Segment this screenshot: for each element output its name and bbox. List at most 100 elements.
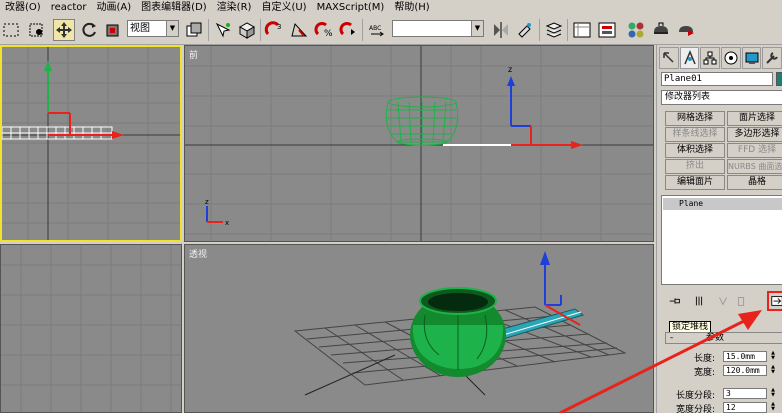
abc-label: ABC xyxy=(369,25,381,32)
stack-toolbar xyxy=(661,291,782,311)
width-spinner[interactable]: ▲ ▼ xyxy=(769,365,777,376)
collapse-icon: - xyxy=(670,333,674,343)
object-color-swatch[interactable] xyxy=(776,72,782,86)
named-selection-set-dropdown[interactable]: ▼ xyxy=(392,20,484,37)
stack-item-plane[interactable]: Plane xyxy=(663,198,782,210)
material-editor-icon[interactable] xyxy=(625,19,647,41)
extrude-button[interactable]: 挤出 xyxy=(665,159,725,174)
rollout-title: 参数 xyxy=(706,333,725,343)
toolbar-separator xyxy=(260,19,261,41)
toolbar-separator xyxy=(362,19,363,41)
modify-tab-icon[interactable] xyxy=(679,47,700,69)
edit-patch-button[interactable]: 编辑面片 xyxy=(665,175,725,190)
patch-select-button[interactable]: 面片选择 xyxy=(727,111,782,126)
keyboard-shortcut-icon[interactable] xyxy=(236,19,258,41)
poly-select-button[interactable]: 多边形选择 xyxy=(727,127,782,142)
pin-stack-icon[interactable] xyxy=(667,293,683,309)
viewport-top-left[interactable] xyxy=(0,45,182,242)
nurbs-surface-select-button[interactable]: NURBS 曲面选择 xyxy=(727,159,782,174)
menu-help[interactable]: 帮助(H) xyxy=(389,0,434,15)
create-tab-icon[interactable] xyxy=(659,47,679,69)
lattice-button[interactable]: 晶格 xyxy=(727,175,782,190)
select-scale-icon[interactable] xyxy=(102,19,124,41)
select-rotate-icon[interactable] xyxy=(78,19,100,41)
spinner-snap-icon[interactable] xyxy=(338,19,360,41)
render-setup-icon[interactable] xyxy=(650,19,672,41)
make-unique-icon[interactable] xyxy=(715,293,731,309)
modifier-list-dropdown[interactable]: 修改器列表 xyxy=(661,90,782,105)
curve-editor-icon[interactable] xyxy=(571,19,593,41)
width-label: 宽度: xyxy=(693,368,715,378)
quick-render-icon[interactable] xyxy=(675,19,697,41)
ffd-select-button[interactable]: FFD 选择 xyxy=(727,143,782,158)
viewport-grid xyxy=(2,47,180,240)
axis-z-label: z xyxy=(205,198,209,206)
menu-bar: 改器(O) reactor 动画(A) 图表编辑器(D) 渲染(R) 自定义(U… xyxy=(0,0,782,15)
menu-maxscript[interactable]: MAXScript(M) xyxy=(312,0,390,15)
menu-rendering[interactable]: 渲染(R) xyxy=(212,0,257,15)
vol-select-button[interactable]: 体积选择 xyxy=(665,143,725,158)
plane-wireframe xyxy=(2,126,113,140)
menu-animation[interactable]: 动画(A) xyxy=(92,0,137,15)
display-tab-icon[interactable] xyxy=(741,47,762,69)
length-segs-label: 长度分段: xyxy=(675,391,715,401)
edit-named-selection-icon[interactable]: ABC xyxy=(366,19,388,41)
percent-snap-icon[interactable]: % xyxy=(313,19,335,41)
viewport-front[interactable]: z z x 前 xyxy=(184,45,654,242)
teapot-wireframe xyxy=(385,96,459,146)
mirror-icon[interactable] xyxy=(490,19,512,41)
width-segs-label: 宽度分段: xyxy=(675,405,715,413)
angle-snap-icon[interactable] xyxy=(288,19,310,41)
pivot-center-icon[interactable] xyxy=(183,19,205,41)
svg-text:3: 3 xyxy=(277,23,281,31)
length-spinner[interactable]: ▲ ▼ xyxy=(769,351,777,362)
toolbar-separator xyxy=(208,19,209,41)
select-region-icon[interactable] xyxy=(0,19,22,41)
modifier-stack[interactable]: Plane xyxy=(661,195,782,285)
menu-reactor[interactable]: reactor xyxy=(46,0,92,15)
length-label: 长度: xyxy=(693,354,715,364)
snaps-toggle-icon[interactable]: 3 xyxy=(263,19,285,41)
motion-tab-icon[interactable] xyxy=(721,47,741,69)
axis-x-label: x xyxy=(225,219,229,227)
plane-object xyxy=(494,308,585,340)
reference-coord-dropdown[interactable]: 视图 ▼ xyxy=(127,20,179,37)
chevron-down-icon: ▼ xyxy=(471,21,483,36)
axis-z-label: z xyxy=(508,65,512,74)
parameters-rollout-header[interactable]: - 参数 xyxy=(665,332,782,344)
remove-modifier-icon[interactable] xyxy=(733,293,749,309)
configure-modifier-sets-icon[interactable] xyxy=(767,291,782,311)
command-panel: Plane01 修改器列表 网格选择 面片选择 样条线选择 多边形选择 体积选择… xyxy=(656,45,782,413)
command-panel-tabs xyxy=(659,47,782,69)
select-move-icon[interactable] xyxy=(53,19,75,41)
menu-customize[interactable]: 自定义(U) xyxy=(256,0,311,15)
transform-gizmo: z xyxy=(507,65,583,149)
align-icon[interactable] xyxy=(514,19,536,41)
show-end-result-icon[interactable] xyxy=(691,293,707,309)
select-manipulate-icon[interactable] xyxy=(212,19,234,41)
viewport-label[interactable]: 透视 xyxy=(189,247,207,260)
length-segs-spinner[interactable]: ▲ ▼ xyxy=(769,388,777,399)
length-field[interactable]: 15.0mm xyxy=(723,351,767,362)
menu-graph-editors[interactable]: 图表编辑器(D) xyxy=(136,0,212,15)
viewport-perspective[interactable]: 透视 xyxy=(184,244,654,413)
hierarchy-tab-icon[interactable] xyxy=(700,47,721,69)
width-segs-spinner[interactable]: ▲ ▼ xyxy=(769,402,777,413)
viewport-label[interactable]: 前 xyxy=(189,48,198,61)
viewport-bottom-left[interactable] xyxy=(0,244,182,413)
window-crossing-icon[interactable] xyxy=(26,19,48,41)
width-field[interactable]: 120.0mm xyxy=(723,365,767,376)
menu-modifiers[interactable]: 改器(O) xyxy=(0,0,46,15)
utilities-tab-icon[interactable] xyxy=(762,47,782,69)
spline-select-button[interactable]: 样条线选择 xyxy=(665,127,725,142)
teapot-object xyxy=(410,287,506,377)
mesh-select-button[interactable]: 网格选择 xyxy=(665,111,725,126)
object-name-field[interactable]: Plane01 xyxy=(661,72,773,86)
schematic-view-icon[interactable] xyxy=(596,19,618,41)
layer-manager-icon[interactable] xyxy=(543,19,565,41)
reference-coord-value: 视图 xyxy=(130,23,150,34)
width-segs-field[interactable]: 12 xyxy=(723,402,767,413)
toolbar-separator xyxy=(567,19,568,41)
svg-text:%: % xyxy=(324,29,333,39)
length-segs-field[interactable]: 3 xyxy=(723,388,767,399)
